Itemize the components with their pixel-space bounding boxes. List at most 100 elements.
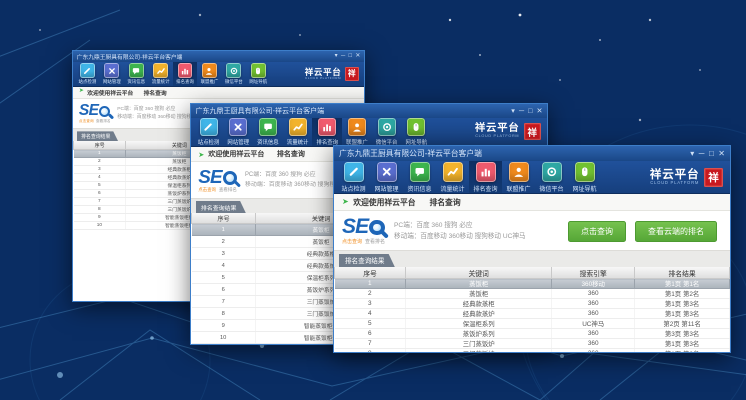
view-cloud-rank-button[interactable]: 查看云端的排名 <box>635 221 717 242</box>
toolbar-item-3[interactable]: 资讯信息 <box>124 62 148 85</box>
minimize-icon[interactable]: ─ <box>341 54 345 60</box>
magnifier-icon <box>369 220 385 236</box>
site-check-icon <box>200 118 218 136</box>
tab-rank-results[interactable]: 排名查询结果 <box>77 131 118 141</box>
toolbar-item-8[interactable]: 网址导航 <box>246 62 270 85</box>
table-cell-no: 9 <box>74 214 126 222</box>
toolbar-item-3[interactable]: 资讯信息 <box>403 161 436 193</box>
table-cell-rank: 第1页 第3名 <box>635 309 730 319</box>
welcome-text: 欢迎使用祥云平台 <box>208 149 264 159</box>
app-window-front[interactable]: 广东九鼎王厨具有限公司-祥云平台客户端 ▾ ─ □ ✕ 站点检测网站管理资讯信息… <box>333 145 731 353</box>
table-cell-no: 10 <box>74 222 126 230</box>
table-cell-engine: UC神马 <box>552 319 635 329</box>
table-row[interactable]: 3经典款蒸柜360第1页 第3名 <box>335 299 730 309</box>
table-cell-no: 7 <box>74 198 126 206</box>
table-row[interactable]: 5保温柜系列UC神马第2页 第11名 <box>335 319 730 329</box>
toolbar-item-1[interactable]: 站点检测 <box>75 62 99 85</box>
toolbar-item-3[interactable]: 资讯信息 <box>253 118 283 147</box>
brand-seal-icon: 祥 <box>704 168 723 187</box>
toolbar-item-2[interactable]: 网站管理 <box>100 62 124 85</box>
toolbar-item-2[interactable]: 网站管理 <box>223 118 253 147</box>
toolbar-item-label: 站点检测 <box>79 79 97 85</box>
rank-bars-icon <box>318 118 336 136</box>
seo-logo: SE 点击查询查看排名 <box>198 169 237 193</box>
magnifier-icon <box>223 171 237 185</box>
toolbar-item-6[interactable]: 联盟推广 <box>342 118 372 147</box>
site-check-icon <box>344 162 364 182</box>
toolbar-item-1[interactable]: 站点检测 <box>337 161 370 193</box>
table-cell-no: 2 <box>192 236 256 248</box>
table-row[interactable]: 2蒸饭柜360第1页 第2名 <box>335 289 730 299</box>
table-cell-no: 9 <box>192 320 256 332</box>
tab-rank-results[interactable]: 排名查询结果 <box>196 201 246 214</box>
toolbar-item-5[interactable]: 排名查询 <box>312 118 342 147</box>
table-row[interactable]: 6蒸饭炉系列360第3页 第3名 <box>335 329 730 339</box>
toolbar-item-label: 网址导航 <box>572 184 596 193</box>
table-cell-keyword: 三门蒸饭炉 <box>406 349 552 352</box>
table-body: 1蒸饭柜360移动第1页 第1名2蒸饭柜360第1页 第2名3经典款蒸柜360第… <box>335 279 730 352</box>
toolbar-item-1[interactable]: 站点检测 <box>194 118 224 147</box>
toolbar-item-7[interactable]: 微信平台 <box>535 161 568 193</box>
toolbar-item-8[interactable]: 网址导航 <box>402 118 432 147</box>
close-icon[interactable]: ✕ <box>536 107 542 114</box>
table-row[interactable]: 1蒸饭柜360移动第1页 第1名 <box>335 279 730 289</box>
toolbar-item-6[interactable]: 联盟推广 <box>502 161 535 193</box>
table-cell-keyword: 经典款蒸柜 <box>406 299 552 309</box>
toolbar-item-4[interactable]: 流量统计 <box>436 161 469 193</box>
rank-bars-icon <box>178 63 193 78</box>
promotion-user-icon <box>202 63 217 78</box>
col-header-rank: 排名结果 <box>635 267 730 279</box>
toolbar-item-label: 流量统计 <box>440 184 464 193</box>
table-cell-no: 3 <box>74 166 126 174</box>
table-cell-engine: 360 <box>552 289 635 299</box>
table-cell-engine: 360 <box>552 299 635 309</box>
toolbar-item-label: 流量统计 <box>287 138 309 146</box>
toolbar: 站点检测网站管理资讯信息流量统计排名查询联盟推广微信平台网址导航 祥云平台 CL… <box>73 62 364 86</box>
table-cell-keyword: 蒸饭柜 <box>406 279 552 289</box>
close-icon[interactable]: ✕ <box>355 54 360 60</box>
window-controls: ▾ ─ □ ✕ <box>511 107 542 114</box>
toolbar-item-6[interactable]: 联盟推广 <box>197 62 221 85</box>
minimize-icon[interactable]: ─ <box>699 150 705 158</box>
seo-logo: SE 点击查询查看排名 <box>342 218 385 245</box>
close-icon[interactable]: ✕ <box>718 150 725 158</box>
table-cell-no: 10 <box>192 332 256 344</box>
col-header-index: 序号 <box>192 213 256 223</box>
toolbar-item-7[interactable]: 微信平台 <box>372 118 402 147</box>
table-cell-rank: 第1页 第3名 <box>635 299 730 309</box>
toolbar-item-label: 微信平台 <box>225 79 243 85</box>
skin-menu-icon[interactable]: ▾ <box>511 107 515 114</box>
promotion-user-icon <box>509 162 529 182</box>
toolbar-item-label: 站点检测 <box>198 138 220 146</box>
skin-menu-icon[interactable]: ▾ <box>335 54 338 60</box>
query-button[interactable]: 点击查询 <box>568 221 626 242</box>
maximize-icon[interactable]: □ <box>528 107 532 114</box>
minimize-icon[interactable]: ─ <box>519 107 524 114</box>
title-bar[interactable]: 广东九鼎王厨具有限公司-祥云平台客户端 ▾ ─ □ ✕ <box>334 146 730 161</box>
wechat-icon <box>378 118 396 136</box>
table-row[interactable]: 4经典款蒸炉360第1页 第3名 <box>335 309 730 319</box>
toolbar-item-5[interactable]: 排名查询 <box>469 161 502 193</box>
seo-logo: SE 点击查询查看排名 <box>79 104 111 124</box>
table-row[interactable]: 8三门蒸饭炉360第1页 第2名 <box>335 349 730 352</box>
toolbar-item-2[interactable]: 网站管理 <box>370 161 403 193</box>
title-bar[interactable]: 广东九鼎王厨具有限公司-祥云平台客户端 ▾ ─ □ ✕ <box>73 51 364 62</box>
toolbar-item-5[interactable]: 排名查询 <box>173 62 197 85</box>
table-cell-rank: 第1页 第1名 <box>635 279 730 289</box>
window-controls: ▾ ─ □ ✕ <box>690 150 725 158</box>
toolbar-item-4[interactable]: 流量统计 <box>283 118 313 147</box>
engine-info: PC端：百度 360 搜狗 必应 移动端：百度移动 360移动 搜狗移动 UC神… <box>394 221 526 242</box>
site-check-icon <box>80 63 95 78</box>
toolbar-item-7[interactable]: 微信平台 <box>222 62 246 85</box>
toolbar-item-8[interactable]: 网址导航 <box>568 161 601 193</box>
welcome-bar: ➤ 欢迎使用祥云平台 排名查询 <box>73 87 364 100</box>
title-bar[interactable]: 广东九鼎王厨具有限公司-祥云平台客户端 ▾ ─ □ ✕ <box>191 104 547 118</box>
table-cell-no: 4 <box>335 309 406 319</box>
table-row[interactable]: 7三门蒸饭炉360第1页 第3名 <box>335 339 730 349</box>
toolbar-item-4[interactable]: 流量统计 <box>148 62 172 85</box>
maximize-icon[interactable]: □ <box>348 54 352 60</box>
tab-rank-results[interactable]: 排名查询结果 <box>339 254 395 268</box>
maximize-icon[interactable]: □ <box>709 150 714 158</box>
skin-menu-icon[interactable]: ▾ <box>690 150 694 158</box>
table-cell-no: 3 <box>335 299 406 309</box>
